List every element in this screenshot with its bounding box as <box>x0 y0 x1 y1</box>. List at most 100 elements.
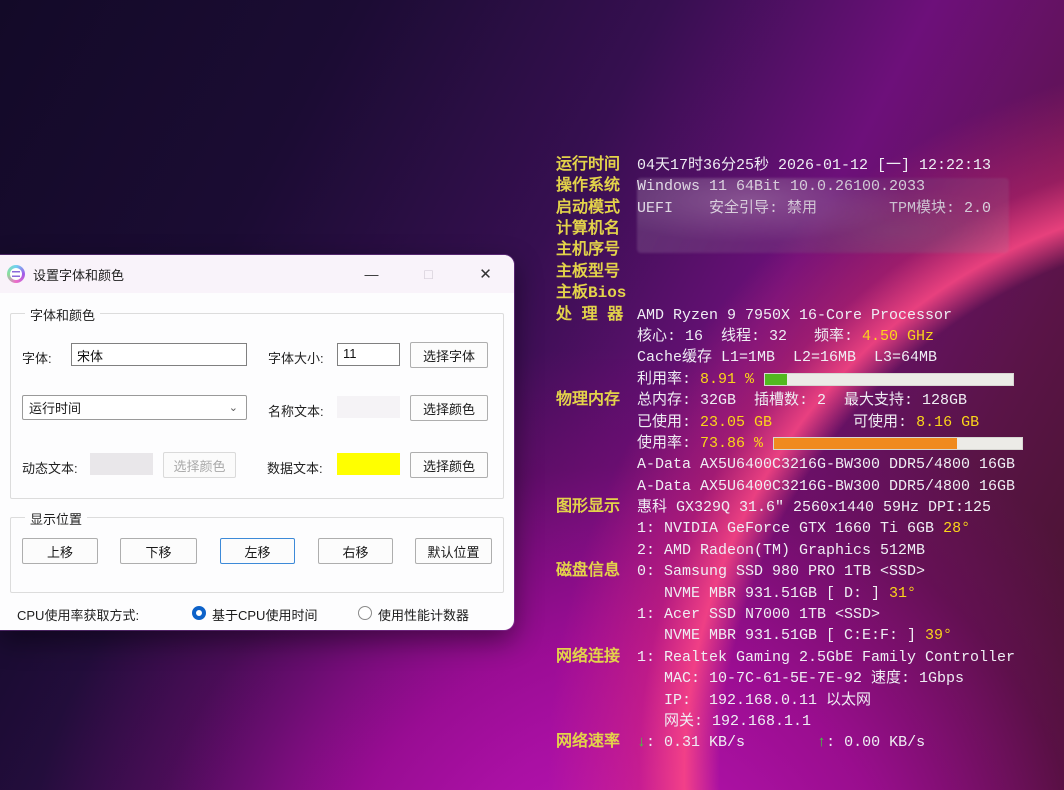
sysinfo-label: 主板型号 <box>556 262 637 283</box>
sysinfo-label: 计算机名 <box>556 219 637 240</box>
font-name-input[interactable]: 宋体 <box>71 343 247 366</box>
sysinfo-label: 处 理 器 <box>556 305 637 326</box>
sysinfo-value: AMD Ryzen 9 7950X 16-Core Processor <box>637 305 952 326</box>
sysinfo-value: 惠科 GX329Q 31.6″ 2560x1440 59Hz DPI:125 <box>637 497 991 518</box>
move-down-button[interactable]: 下移 <box>120 538 197 564</box>
sysinfo-line: IP: 192.168.0.11 以太网 <box>556 690 1061 711</box>
dialog-titlebar[interactable]: 设置字体和颜色 — □ ✕ <box>0 255 514 293</box>
sysinfo-label: 操作系统 <box>556 176 637 197</box>
sysinfo-label: 启动模式 <box>556 198 637 219</box>
sysinfo-label: 网络速率 <box>556 732 637 753</box>
sysinfo-value: IP: 192.168.0.11 以太网 <box>637 690 871 711</box>
dynamic-choose-color-button: 选择颜色 <box>163 452 236 478</box>
sysinfo-line: A-Data AX5U6400C3216G-BW300 DDR5/4800 16… <box>556 476 1061 497</box>
sysinfo-value: 网关: 192.168.1.1 <box>637 711 811 732</box>
font-color-legend: 字体和颜色 <box>25 305 100 324</box>
sysinfo-value: ↓: 0.31 KB/s ↑: 0.00 KB/s <box>637 732 925 753</box>
dynamic-text-label: 动态文本: <box>22 458 78 477</box>
sysinfo-line: 物理内存总内存: 32GB 插槽数: 2 最大支持: 128GB <box>556 390 1061 411</box>
sysinfo-value: 2: AMD Radeon(TM) Graphics 512MB <box>637 540 925 561</box>
radio-perf-counter-label[interactable]: 使用性能计数器 <box>378 605 469 624</box>
sysinfo-value: 已使用: 23.05 GB 可使用: 8.16 GB <box>637 412 979 433</box>
sysinfo-value: 1: Realtek Gaming 2.5GbE Family Controll… <box>637 647 1015 668</box>
sysinfo-line: 处 理 器AMD Ryzen 9 7950X 16-Core Processor <box>556 305 1061 326</box>
sysinfo-label: 图形显示 <box>556 497 637 518</box>
sysinfo-value: 利用率: 8.91 % <box>637 369 754 390</box>
sysinfo-label: 网络连接 <box>556 647 637 668</box>
sysinfo-value: MAC: 10-7C-61-5E-7E-92 速度: 1Gbps <box>637 668 964 689</box>
item-dropdown-value: 运行时间 <box>29 398 81 417</box>
sysinfo-label: 主机序号 <box>556 240 637 261</box>
dialog-title: 设置字体和颜色 <box>33 265 124 284</box>
cpu-usage-method-row: CPU使用率获取方式: 基于CPU使用时间 使用性能计数器 <box>0 603 514 630</box>
data-choose-color-button[interactable]: 选择颜色 <box>410 452 488 478</box>
sysinfo-line: 核心: 16 线程: 32 频率: 4.50 GHz <box>556 326 1061 347</box>
move-right-button[interactable]: 右移 <box>318 538 393 564</box>
radio-cpu-time-label[interactable]: 基于CPU使用时间 <box>212 605 317 624</box>
sysinfo-value: Cache缓存 L1=1MB L2=16MB L3=64MB <box>637 347 937 368</box>
move-up-button[interactable]: 上移 <box>22 538 98 564</box>
sysinfo-label: 主板Bios <box>556 283 637 304</box>
sysinfo-value: A-Data AX5U6400C3216G-BW300 DDR5/4800 16… <box>637 476 1015 497</box>
choose-font-button[interactable]: 选择字体 <box>410 342 488 368</box>
sysinfo-line: 主板型号 <box>556 262 1061 283</box>
sysinfo-value: 使用率: 73.86 % <box>637 433 763 454</box>
sysinfo-line: NVME MBR 931.51GB [ D: ] 31° <box>556 583 1061 604</box>
data-text-label: 数据文本: <box>267 458 323 477</box>
sysinfo-value: NVME MBR 931.51GB [ D: ] 31° <box>637 583 916 604</box>
sysinfo-value: 0: Samsung SSD 980 PRO 1TB <SSD> <box>637 561 925 582</box>
app-icon <box>7 265 25 283</box>
sysinfo-line: 2: AMD Radeon(TM) Graphics 512MB <box>556 540 1061 561</box>
sysinfo-line: 图形显示惠科 GX329Q 31.6″ 2560x1440 59Hz DPI:1… <box>556 497 1061 518</box>
sysinfo-line: 利用率: 8.91 % <box>556 369 1061 390</box>
sysinfo-line: 网络连接1: Realtek Gaming 2.5GbE Family Cont… <box>556 647 1061 668</box>
cpu-usage-bar <box>764 373 1014 386</box>
radio-cpu-time[interactable] <box>192 606 206 620</box>
display-position-legend: 显示位置 <box>25 509 87 528</box>
sysinfo-line: 已使用: 23.05 GB 可使用: 8.16 GB <box>556 412 1061 433</box>
sysinfo-line: NVME MBR 931.51GB [ C:E:F: ] 39° <box>556 625 1061 646</box>
move-left-button[interactable]: 左移 <box>220 538 295 564</box>
sysinfo-value: 总内存: 32GB 插槽数: 2 最大支持: 128GB <box>637 390 967 411</box>
name-text-color-swatch[interactable] <box>337 396 400 418</box>
radio-perf-counter[interactable] <box>358 606 372 620</box>
redacted-region <box>637 178 1009 253</box>
memory-usage-bar <box>773 437 1023 450</box>
sysinfo-line: 1: NVIDIA GeForce GTX 1660 Ti 6GB 28° <box>556 518 1061 539</box>
item-dropdown[interactable]: 运行时间 ⌄ <box>22 395 247 420</box>
sysinfo-line: 主板Bios <box>556 283 1061 304</box>
chevron-down-icon: ⌄ <box>229 401 238 414</box>
sysinfo-line: A-Data AX5U6400C3216G-BW300 DDR5/4800 16… <box>556 454 1061 475</box>
sysinfo-line: Cache缓存 L1=1MB L2=16MB L3=64MB <box>556 347 1061 368</box>
sysinfo-value: 1: NVIDIA GeForce GTX 1660 Ti 6GB 28° <box>637 518 970 539</box>
maximize-button[interactable]: □ <box>400 255 457 293</box>
system-info-overlay: 运行时间04天17时36分25秒 2026-01-12 [一] 12:22:13… <box>556 112 1061 754</box>
default-position-button[interactable]: 默认位置 <box>415 538 492 564</box>
sysinfo-line: 磁盘信息0: Samsung SSD 980 PRO 1TB <SSD> <box>556 561 1061 582</box>
sysinfo-label: 物理内存 <box>556 390 637 411</box>
minimize-button[interactable]: — <box>343 255 400 293</box>
cpu-usage-method-label: CPU使用率获取方式: <box>17 605 139 624</box>
sysinfo-value: 04天17时36分25秒 2026-01-12 [一] 12:22:13 <box>637 155 991 176</box>
sysinfo-value: 核心: 16 线程: 32 频率: 4.50 GHz <box>637 326 934 347</box>
font-label: 字体: <box>22 348 52 367</box>
sysinfo-value: A-Data AX5U6400C3216G-BW300 DDR5/4800 16… <box>637 454 1015 475</box>
sysinfo-line: MAC: 10-7C-61-5E-7E-92 速度: 1Gbps <box>556 668 1061 689</box>
dynamic-text-color-swatch[interactable] <box>90 453 153 475</box>
name-choose-color-button[interactable]: 选择颜色 <box>410 395 488 421</box>
font-size-input[interactable]: 11 <box>337 343 400 366</box>
sysinfo-line: 1: Acer SSD N7000 1TB <SSD> <box>556 604 1061 625</box>
data-text-color-swatch[interactable] <box>337 453 400 475</box>
sysinfo-line: 网络速率↓: 0.31 KB/s ↑: 0.00 KB/s <box>556 732 1061 753</box>
sysinfo-value: NVME MBR 931.51GB [ C:E:F: ] 39° <box>637 625 952 646</box>
close-button[interactable]: ✕ <box>457 255 514 293</box>
sysinfo-value: 1: Acer SSD N7000 1TB <SSD> <box>637 604 880 625</box>
font-size-label: 字体大小: <box>268 348 324 367</box>
sysinfo-line: 运行时间04天17时36分25秒 2026-01-12 [一] 12:22:13 <box>556 155 1061 176</box>
name-text-label: 名称文本: <box>268 401 324 420</box>
sysinfo-line: 使用率: 73.86 % <box>556 433 1061 454</box>
sysinfo-label: 运行时间 <box>556 155 637 176</box>
sysinfo-line: 网关: 192.168.1.1 <box>556 711 1061 732</box>
settings-dialog: 设置字体和颜色 — □ ✕ 字体和颜色 字体: 宋体 字体大小: 11 选择字体… <box>0 255 514 630</box>
sysinfo-label: 磁盘信息 <box>556 561 637 582</box>
